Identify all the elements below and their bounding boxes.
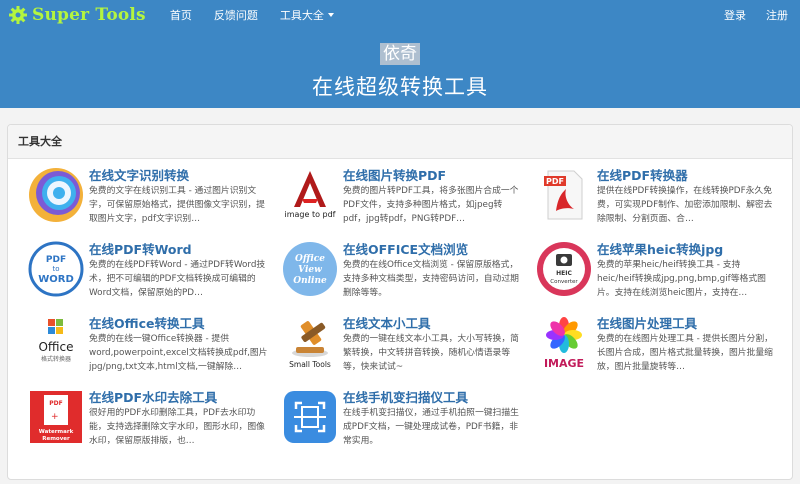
nav-tools-label: 工具大全 [279,9,324,22]
icon-text: Watermark [39,429,74,435]
icon-text: Office [38,340,73,354]
tool-title: 在线PDF转换器 [597,168,688,183]
tool-card-ocr[interactable]: 在线文字识别转换 免费的文字在线识别工具 - 通过图片识别文字，可保留原始格式，… [28,167,268,231]
tool-desc: 在线手机变扫描仪，通过手机拍照一键扫描生成PDF文档，一键处理成试卷，PDF书籍… [343,408,519,446]
gear-icon [9,6,27,24]
icon-text: Online [293,276,327,286]
panel-heading: 工具大全 [8,125,792,159]
nav-account: 登录 注册 [704,7,788,23]
nav-feedback-label: 反馈问题 [213,9,258,22]
scanner-icon [284,391,336,443]
tool-title: 在线文本小工具 [343,316,431,331]
icon-text: IMAGE [544,357,584,370]
nav-home[interactable]: 首页 [170,7,192,23]
tool-desc: 免费的在线PDF转Word - 通过PDF转Word技术，把不可编辑的PDF文档… [89,260,266,298]
register-link[interactable]: 注册 [766,7,788,23]
icon-text: Converter [550,279,578,285]
icon-text: PDF [49,400,62,407]
tool-title: 在线手机变扫描仪工具 [343,390,469,405]
icon-text: Remover [42,436,70,442]
login-link[interactable]: 登录 [724,7,746,23]
icon-text: View [298,265,322,275]
tool-card-text-tools[interactable]: Small Tools 在线文本小工具 免费的一键在线文本小工具，大小写转换，简… [282,315,522,379]
tool-card-watermark[interactable]: PDF + Watermark Remover 在线PDF水印去除工具 很好用的… [28,389,268,453]
nav-tools-dropdown[interactable]: 工具大全 [280,7,334,23]
icon-text: Office [295,254,325,264]
chevron-down-icon [327,13,334,17]
icon-text: 格式转换器 [41,355,71,363]
image-process-icon: IMAGE [544,317,584,370]
tool-card-office-convert[interactable]: Office 格式转换器 在线Office转换工具 免费的在线一键Office转… [28,315,268,379]
tool-card-heic[interactable]: HEIC Converter 在线苹果heic转换jpg 免费的苹果heic/h… [536,241,776,305]
tool-title: 在线图片处理工具 [597,316,698,331]
tool-card-image-to-pdf[interactable]: image to pdf 在线图片转换PDF 免费的图片转PDF工具，将多张图片… [282,167,522,231]
ocr-icon [29,168,83,222]
tool-desc: 免费的苹果heic/heif转换工具 - 支持heic/heif转换成jpg,p… [597,260,766,298]
tool-card-image-process[interactable]: IMAGE 在线图片处理工具 免费的在线图片处理工具 - 提供长图片分割，长图片… [536,315,776,379]
tool-desc: 免费的在线一键Office转换器 - 提供word,powerpoint,exc… [89,334,268,372]
heic-converter-icon: HEIC Converter [537,242,591,296]
tool-desc: 免费的在线Office文档浏览 - 保留原版格式，支持多种文档类型，支持密码访问… [343,260,519,298]
office-convert-icon: Office 格式转换器 [38,319,74,363]
image-to-pdf-icon: image to pdf [284,171,336,219]
watermark-remover-icon: PDF + Watermark Remover [30,391,82,443]
small-tools-icon: Small Tools [289,321,331,369]
icon-text: image to pdf [284,210,335,219]
tool-card-office-view[interactable]: Office View Online 在线OFFICE文档浏览 免费的在线Off… [282,241,522,305]
icon-text: WORD [38,274,74,285]
tool-desc: 很好用的PDF水印删除工具，PDF去水印功能，支持选择删除文字水印，图形水印，图… [89,408,265,446]
nav-menu: 首页 反馈问题 工具大全 [170,7,356,23]
navbar: Super Tools 首页 反馈问题 工具大全 登录 注册 [0,0,800,30]
tool-desc: 免费的在线图片处理工具 - 提供长图片分割，长图片合成，图片格式批量转换，图片批… [597,334,773,372]
pdf-to-word-icon: PDF to WORD [28,241,84,297]
tool-desc: 免费的文字在线识别工具 - 通过图片识别文字，可保留原始格式，提供图像文字识别，… [89,186,265,224]
tool-title: 在线文字识别转换 [89,168,190,183]
svg-text:+: + [51,412,59,422]
tool-card-pdf-to-word[interactable]: PDF to WORD 在线PDF转Word 免费的在线PDF转Word - 通… [28,241,268,305]
nav-home-label: 首页 [169,9,192,22]
tool-desc: 提供在线PDF转换操作，在线转换PDF永久免费，可实现PDF制作、加密添加限制、… [597,186,773,224]
pdf-file-icon: PDF [544,170,583,220]
brand-name: Super Tools [32,5,146,25]
tool-title: 在线OFFICE文档浏览 [343,242,469,257]
icon-text: Small Tools [289,360,331,369]
icon-text: PDF [46,255,66,265]
tool-desc: 免费的图片转PDF工具，将多张图片合成一个PDF文件，支持多种图片格式，如jpe… [343,186,519,224]
tool-title: 在线图片转换PDF [343,168,447,183]
icon-text: to [52,265,59,273]
office-view-online-icon: Office View Online [283,242,337,296]
hero-title: 在线超级转换工具 [312,75,488,99]
icon-text: PDF [546,177,564,186]
tool-card-scanner[interactable]: 在线手机变扫描仪工具 在线手机变扫描仪，通过手机拍照一键扫描生成PDF文档，一键… [282,389,522,453]
nav-feedback[interactable]: 反馈问题 [214,7,258,23]
tools-panel: 工具大全 在线文字识别转换 免费的文字在线识别工具 - 通过图片识别文字，可保留… [7,124,793,480]
tool-title: 在线Office转换工具 [89,316,205,331]
hero-banner: 依奇 在线超级转换工具 [0,30,800,108]
tool-title: 在线PDF转Word [89,242,192,257]
tool-desc: 免费的一键在线文本小工具，大小写转换，简繁转换，中文转拼音转换，随机心情语录等等… [343,334,519,372]
hero-subtitle: 依奇 [380,43,420,65]
brand-logo[interactable]: Super Tools [8,0,146,30]
icon-text: HEIC [556,270,572,277]
tool-title: 在线苹果heic转换jpg [597,242,724,257]
tool-title: 在线PDF水印去除工具 [89,390,218,405]
tool-card-pdf-converter[interactable]: PDF 在线PDF转换器 提供在线PDF转换操作，在线转换PDF永久免费，可实现… [536,167,776,231]
